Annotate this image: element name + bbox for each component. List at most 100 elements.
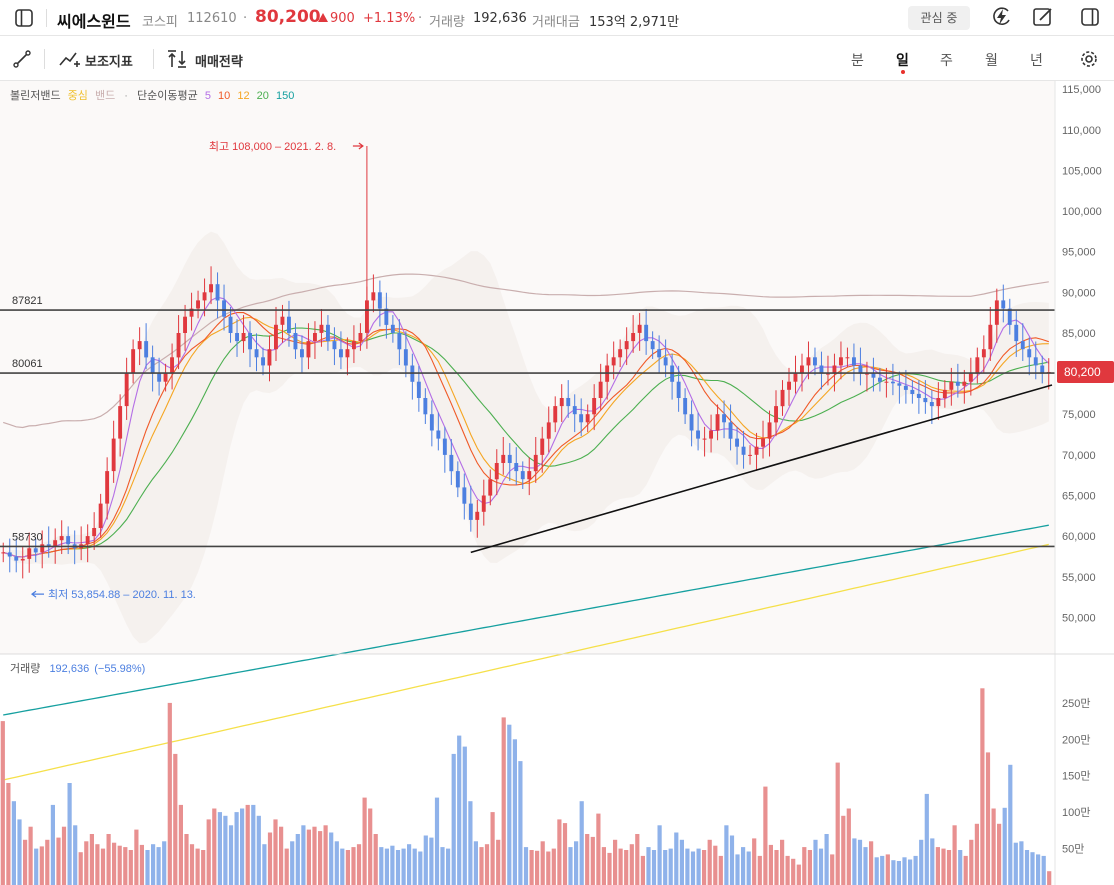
stock-chart[interactable]: 87821 80061 58730 115,000 110,000 105,000 100… [0, 81, 1114, 885]
ma10-label: 10 [218, 90, 230, 102]
volume-bar [178, 804, 183, 885]
volume-bar [997, 823, 1002, 885]
volume-bar [651, 850, 657, 885]
candle-body [254, 349, 259, 358]
candle-body [533, 454, 538, 472]
lightning-icon[interactable] [991, 6, 1013, 28]
candle-body [774, 406, 778, 423]
volume-bar [529, 850, 534, 885]
volume-bar [885, 854, 890, 885]
volume-bar [913, 855, 918, 885]
candle-body [157, 373, 162, 382]
candle-body [215, 284, 220, 301]
price-tick-label: 55,000 [1062, 572, 1096, 584]
candle-body [637, 324, 642, 333]
period-minute[interactable]: 분 [851, 50, 864, 70]
volume-bar [39, 846, 44, 885]
volume-bar [590, 836, 595, 885]
volume-bar [574, 841, 579, 885]
candle-body [709, 430, 713, 439]
candle-body [598, 381, 603, 398]
period-week[interactable]: 주 [940, 50, 953, 70]
candle-body [423, 398, 428, 415]
price-tick-label: 110,000 [1062, 125, 1101, 137]
volume-bar [613, 839, 618, 885]
volume-bar [412, 848, 417, 885]
header-divider [46, 9, 47, 27]
volume-bar [674, 832, 679, 885]
candle-body [514, 463, 519, 472]
volume-bar [969, 839, 974, 885]
volume-bar [624, 850, 629, 885]
candle-body [994, 300, 999, 325]
price-tick-label: 65,000 [1062, 491, 1096, 503]
volume-bar [151, 844, 156, 885]
volume-bar [818, 848, 824, 885]
volume-bar [863, 847, 868, 885]
strategy-button[interactable]: 매매전략 [195, 51, 243, 70]
candle-body [53, 540, 58, 546]
candle-body [676, 381, 681, 398]
volume-bar [880, 855, 885, 885]
candle-body [806, 357, 811, 366]
edit-icon[interactable] [1032, 6, 1054, 28]
volume-bar [451, 753, 456, 885]
volume-bar [184, 834, 189, 885]
candle-body [300, 349, 304, 358]
candle-body [923, 398, 928, 403]
volume-bar [768, 844, 773, 885]
volume-bar [785, 855, 790, 885]
candle-body [377, 292, 382, 309]
line-draw-icon[interactable] [12, 49, 32, 69]
candle-body [40, 544, 45, 553]
candle-body [118, 406, 123, 439]
period-month[interactable]: 월 [985, 50, 998, 70]
panel-icon[interactable] [1080, 7, 1100, 27]
volume-bar [89, 834, 94, 885]
candle-body [878, 377, 882, 382]
candle-body [481, 495, 486, 512]
stock-name[interactable]: 씨에스윈드 [57, 8, 131, 32]
volume-bar [568, 847, 573, 885]
sidebar-toggle-icon[interactable] [14, 8, 34, 28]
candle-body [449, 454, 454, 472]
volume-bar [95, 844, 100, 885]
gear-icon[interactable] [1078, 48, 1100, 70]
volume-bar [963, 855, 968, 885]
volume-bar [318, 831, 323, 885]
volume-bar [351, 847, 356, 885]
volume-bar [306, 829, 311, 885]
candle-body [494, 463, 499, 480]
candle-body [767, 422, 772, 439]
volume-bar [228, 825, 234, 885]
volume-bar [640, 855, 645, 885]
volume-bar [28, 826, 33, 885]
indicators-button[interactable]: 보조지표 [85, 51, 133, 70]
volume-bar [690, 851, 696, 885]
candle-body [137, 341, 142, 350]
volume-bar [395, 850, 401, 885]
candle-body [455, 471, 460, 488]
candle-body [468, 503, 473, 520]
period-day[interactable]: 일 [896, 50, 909, 70]
volume-bar [295, 834, 300, 885]
candle-body [33, 548, 38, 553]
candle-body [748, 454, 752, 456]
candle-body [559, 398, 564, 407]
period-year[interactable]: 년 [1030, 50, 1043, 70]
candle-body [761, 438, 765, 447]
volume-bar [635, 834, 640, 885]
candle-body [527, 471, 532, 480]
volume-bar [774, 850, 779, 885]
volume-bar [284, 848, 289, 885]
volume-bar [123, 847, 128, 885]
candle-body [280, 316, 285, 325]
candle-body [416, 381, 421, 398]
candle-body [1014, 324, 1019, 342]
volume-bar [852, 838, 857, 885]
watch-button[interactable]: 관심 중 [908, 6, 970, 30]
candle-body [891, 381, 895, 384]
volume-tick-label: 250만 [1062, 697, 1090, 710]
volume-bar [780, 839, 785, 885]
volume-bar [618, 848, 623, 885]
